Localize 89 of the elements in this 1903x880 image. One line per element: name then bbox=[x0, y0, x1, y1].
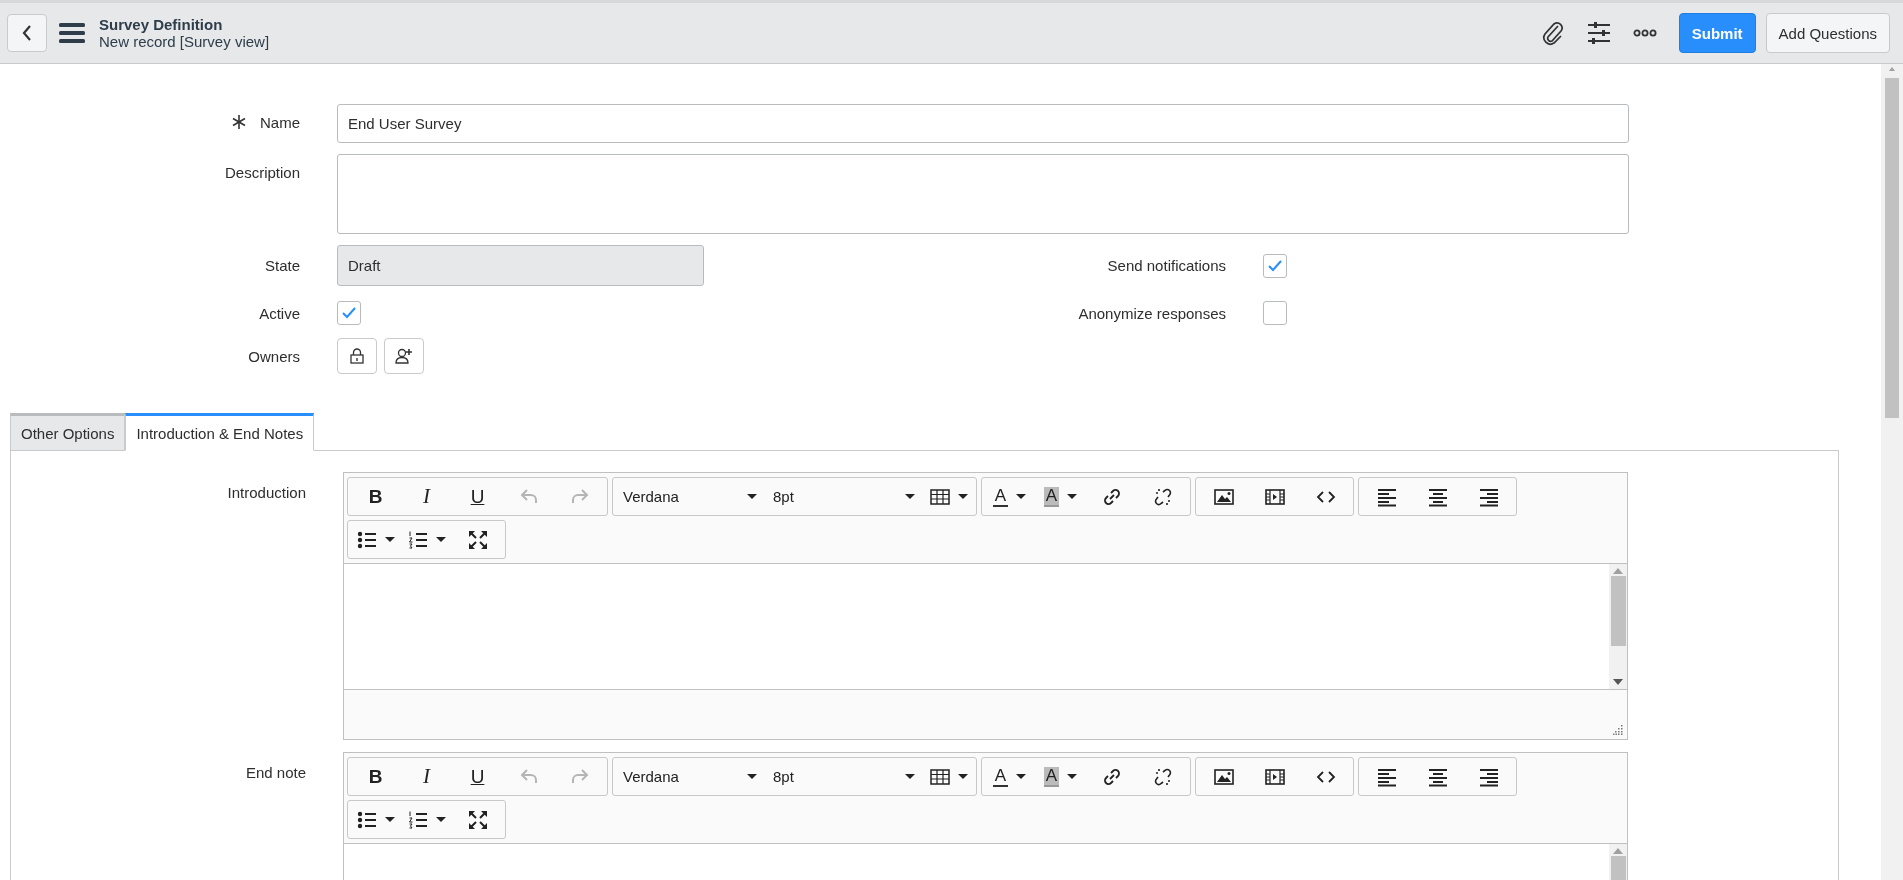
field-label: End note bbox=[245, 764, 306, 783]
italic-button[interactable]: I bbox=[401, 479, 452, 514]
caret-icon bbox=[435, 817, 446, 822]
description-field[interactable] bbox=[337, 154, 1629, 234]
caret-icon bbox=[905, 774, 915, 779]
align-center-icon bbox=[1427, 486, 1448, 507]
caret-icon bbox=[435, 537, 446, 542]
bold-button[interactable]: B bbox=[350, 479, 401, 514]
font-family-select[interactable]: Verdana bbox=[615, 479, 765, 514]
lock-icon bbox=[350, 348, 364, 364]
checkmark-icon bbox=[341, 306, 357, 320]
tab[interactable]: Introduction & End Notes bbox=[125, 413, 315, 451]
broken-link-icon bbox=[1152, 766, 1173, 787]
text-color-button[interactable]: A bbox=[984, 759, 1035, 794]
table-icon bbox=[929, 486, 950, 507]
form-subtitle: New record [Survey view] bbox=[99, 33, 270, 50]
numbered-list-icon bbox=[407, 809, 428, 830]
scroll-up-arrow-icon bbox=[1613, 568, 1623, 574]
add-questions-button[interactable]: Add Questions bbox=[1765, 13, 1890, 53]
checkbox[interactable] bbox=[337, 301, 361, 325]
align-left-icon bbox=[1376, 766, 1397, 787]
link-icon bbox=[1101, 766, 1122, 787]
caret-icon bbox=[1067, 774, 1078, 779]
image-icon bbox=[1213, 766, 1234, 787]
bullet-list-icon bbox=[356, 809, 377, 830]
rich-text-editor[interactable]: B I U Verdana 8pt A A bbox=[343, 472, 1628, 740]
tab[interactable]: Other Options bbox=[10, 413, 126, 451]
fullscreen-icon bbox=[467, 809, 488, 830]
caret-icon bbox=[747, 774, 757, 779]
caret-icon bbox=[1067, 494, 1078, 499]
caret-icon bbox=[384, 537, 395, 542]
editor-scrollbar[interactable] bbox=[1609, 564, 1627, 689]
field-label: Description bbox=[224, 164, 300, 181]
field-label: State bbox=[264, 257, 300, 274]
bullet-list-icon bbox=[356, 529, 377, 550]
font-family-select[interactable]: Verdana bbox=[615, 759, 765, 794]
field-label: Anonymize responses bbox=[1078, 304, 1226, 322]
back-button[interactable] bbox=[7, 14, 47, 52]
field-label: Active bbox=[259, 304, 300, 322]
caret-icon bbox=[1016, 774, 1027, 779]
caret-icon bbox=[957, 494, 968, 499]
image-icon bbox=[1213, 486, 1234, 507]
resize-grip-icon[interactable] bbox=[1613, 725, 1623, 735]
caret-icon bbox=[905, 494, 915, 499]
italic-button[interactable]: I bbox=[401, 759, 452, 794]
checkbox[interactable] bbox=[1263, 253, 1287, 278]
underline-button[interactable]: U bbox=[452, 479, 503, 514]
field-label: Introduction bbox=[227, 484, 306, 503]
fullscreen-icon bbox=[467, 529, 488, 550]
lock-button[interactable] bbox=[337, 338, 377, 374]
align-center-icon bbox=[1427, 766, 1448, 787]
field-label: Send notifications bbox=[1107, 257, 1226, 274]
checkmark-icon bbox=[1267, 258, 1283, 273]
user-plus-icon bbox=[395, 348, 413, 364]
form-title: Survey Definition bbox=[99, 16, 224, 33]
numbered-list-icon bbox=[407, 529, 428, 550]
caret-icon bbox=[957, 774, 968, 779]
caret-icon bbox=[384, 817, 395, 822]
caret-icon bbox=[747, 494, 757, 499]
broken-link-icon bbox=[1152, 486, 1173, 507]
align-right-icon bbox=[1478, 486, 1499, 507]
scroll-up-arrow-icon bbox=[1613, 848, 1623, 854]
font-size-select[interactable]: 8pt bbox=[765, 759, 923, 794]
film-icon bbox=[1264, 766, 1285, 787]
state-field[interactable]: Draft bbox=[337, 245, 704, 286]
page-scrollbar[interactable] bbox=[1881, 64, 1903, 880]
field-label: Owners bbox=[248, 347, 300, 365]
name-field[interactable]: End User Survey bbox=[337, 104, 1629, 143]
align-left-icon bbox=[1376, 486, 1397, 507]
link-icon bbox=[1101, 486, 1122, 507]
highlight-color-button[interactable]: A bbox=[1035, 479, 1086, 514]
paperclip-icon[interactable] bbox=[1540, 20, 1565, 46]
scroll-down-arrow-icon bbox=[1613, 679, 1623, 685]
menu-icon[interactable] bbox=[59, 22, 85, 44]
sliders-icon[interactable] bbox=[1586, 21, 1611, 45]
highlight-color-button[interactable]: A bbox=[1035, 759, 1086, 794]
caret-icon bbox=[1016, 494, 1027, 499]
align-right-icon bbox=[1478, 766, 1499, 787]
text-color-button[interactable]: A bbox=[984, 479, 1035, 514]
checkbox[interactable] bbox=[1263, 301, 1287, 325]
font-size-select[interactable]: 8pt bbox=[765, 479, 923, 514]
bold-button[interactable]: B bbox=[350, 759, 401, 794]
field-label: Name bbox=[260, 114, 300, 131]
film-icon bbox=[1264, 486, 1285, 507]
more-icon[interactable] bbox=[1632, 29, 1657, 37]
underline-button[interactable]: U bbox=[452, 759, 503, 794]
table-icon bbox=[929, 766, 950, 787]
add-user-button[interactable] bbox=[384, 338, 424, 374]
rich-text-editor[interactable]: B I U Verdana 8pt A A bbox=[343, 752, 1628, 880]
